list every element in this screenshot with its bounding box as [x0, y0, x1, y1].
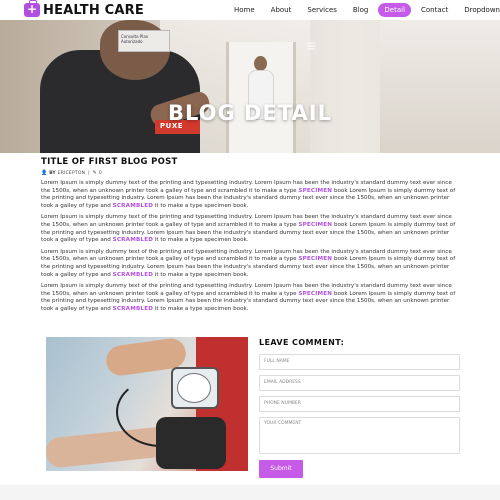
submit-button[interactable]: Submit [259, 460, 303, 478]
post-title: TITLE OF FIRST BLOG POST [41, 157, 178, 167]
nav-item-detail[interactable]: Detail [378, 3, 412, 17]
hero-cabinet [380, 20, 500, 153]
post-author[interactable]: ERICEPTON [58, 171, 85, 176]
nav-item-dropdown[interactable]: Dropdown▾ [458, 3, 500, 17]
blog-article: TITLE OF FIRST BLOG POST 👤 BY ERICEPTON … [41, 157, 461, 314]
highlight-word: SPECIMEN [298, 221, 333, 228]
nav-item-dropdown-label: Dropdown [464, 6, 500, 14]
paragraph-text: it to make a type specimen book. [153, 271, 249, 278]
phone-input[interactable]: PHONE NUMBER [259, 396, 460, 412]
post-paragraph: Lorem Ipsum is simply dummy text of the … [41, 283, 461, 313]
highlight-word: SPECIMEN [298, 256, 333, 263]
nav-item-contact[interactable]: Contact [415, 3, 454, 17]
highlight-word: SCRAMBLED [112, 271, 154, 278]
brand-logo[interactable]: HEALTH CARE [24, 0, 144, 18]
post-meta-by: BY [49, 170, 56, 176]
nav-item-about[interactable]: About [265, 3, 298, 17]
page-title: BLOG DETAIL [168, 101, 332, 125]
highlight-word: SCRAMBLED [112, 237, 154, 244]
comment-icon: ✎ [92, 170, 97, 176]
highlight-word: SPECIMEN [298, 187, 333, 194]
comment-textarea[interactable]: YOUR COMMENT [259, 417, 460, 454]
meta-separator: | [88, 170, 90, 176]
post-meta: 👤 BY ERICEPTON | ✎ 0 [41, 170, 461, 176]
nav-item-services[interactable]: Services [301, 3, 343, 17]
comment-count: 0 [98, 170, 102, 176]
photo-gauge-face [177, 373, 211, 403]
hero-decor-lines: ━━ ━━ ━━ [308, 40, 316, 53]
post-paragraph: Lorem Ipsum is simply dummy text of the … [41, 214, 461, 244]
full-name-input[interactable]: FULL NAME [259, 354, 460, 370]
brand-name: HEALTH CARE [43, 2, 144, 18]
photo-cuff [156, 417, 226, 469]
comment-form-title: LEAVE COMMENT: [259, 338, 345, 347]
blood-pressure-photo [46, 337, 248, 471]
highlight-word: SCRAMBLED [112, 202, 154, 209]
medical-bag-icon [24, 0, 40, 17]
nav-item-home[interactable]: Home [228, 3, 261, 17]
footer-strip [0, 485, 500, 500]
highlight-word: SPECIMEN [298, 290, 333, 297]
post-paragraph: Lorem Ipsum is simply dummy text of the … [41, 249, 461, 279]
user-icon: 👤 [41, 170, 48, 176]
email-input[interactable]: EMAIL ADDRESS [259, 375, 460, 391]
post-paragraph: Lorem Ipsum is simply dummy text of the … [41, 180, 461, 210]
navbar: HEALTH CARE Home About Services Blog Det… [0, 0, 500, 20]
paragraph-text: it to make a type specimen book. [153, 305, 249, 312]
highlight-word: SCRAMBLED [112, 305, 154, 312]
hero-nurse-head [254, 56, 267, 71]
comment-form: LEAVE COMMENT: FULL NAME EMAIL ADDRESS P… [259, 338, 460, 478]
hero-banner: Consulta Plan Autorizado ━━ ━━ ━━ PUXE BLO… [0, 20, 500, 153]
nav-menu: Home About Services Blog Detail Contact … [228, 0, 500, 20]
paragraph-text: it to make a type specimen book. [153, 237, 249, 244]
paragraph-text: it to make a type specimen book. [153, 202, 249, 209]
nav-item-blog[interactable]: Blog [347, 3, 374, 17]
hero-signage-text: Consulta Plan Autorizado [121, 34, 149, 44]
